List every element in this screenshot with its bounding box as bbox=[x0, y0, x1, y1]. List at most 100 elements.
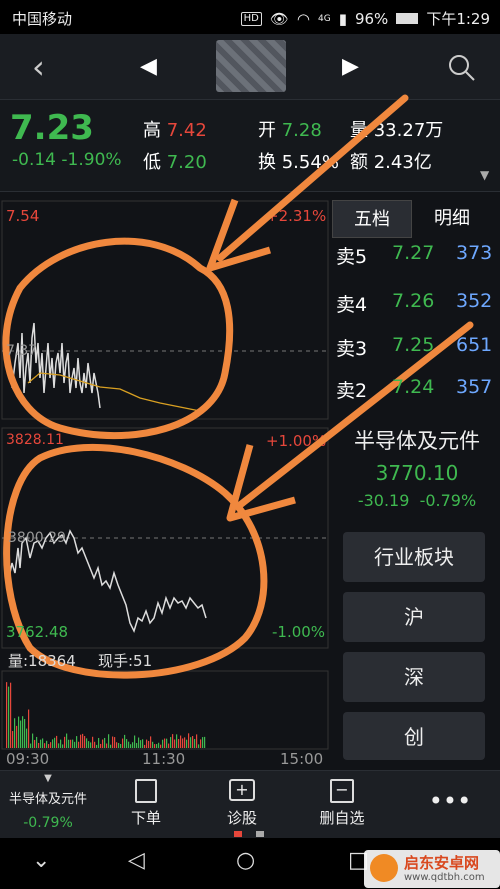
volume-bar bbox=[18, 716, 20, 748]
sector-panel[interactable]: 半导体及元件 3770.10 -30.19 -0.79% bbox=[334, 425, 500, 510]
volume-bar bbox=[86, 738, 88, 748]
volume-bar bbox=[104, 737, 106, 748]
volume-bar bbox=[136, 743, 138, 748]
volume-bar bbox=[66, 733, 68, 748]
bottom-nav: ▼ 半导体及元件 -0.79% 下单 + 诊股 − 删自选 ••• bbox=[0, 770, 500, 838]
ask-row: 卖2 7.24 357 bbox=[336, 376, 493, 402]
back-nav-icon[interactable]: ◁ bbox=[128, 848, 145, 873]
volume-bar bbox=[50, 742, 52, 748]
volume-bar bbox=[46, 740, 48, 748]
volume-bar bbox=[40, 739, 42, 748]
volume-bar bbox=[14, 718, 16, 748]
next-stock-icon[interactable]: ▶ bbox=[342, 54, 359, 79]
volume-bars bbox=[6, 682, 206, 748]
sector-value: 3770.10 bbox=[375, 461, 459, 485]
volume-bar bbox=[32, 733, 34, 748]
sector-board-button[interactable]: 行业板块 bbox=[343, 532, 485, 582]
shenzhen-button[interactable]: 深 bbox=[343, 652, 485, 702]
back-icon[interactable]: ‹ bbox=[32, 48, 45, 86]
volume-bar bbox=[124, 734, 126, 748]
volume-bar bbox=[154, 744, 156, 748]
hide-keyboard-icon[interactable]: ⌄ bbox=[32, 848, 50, 873]
volume-bar bbox=[180, 735, 182, 748]
nav-diagnose[interactable]: + 诊股 bbox=[212, 771, 272, 839]
minus-box-icon: − bbox=[330, 779, 354, 803]
volume-bar bbox=[144, 744, 146, 748]
volume-bar bbox=[92, 736, 94, 748]
volume-bar bbox=[6, 682, 8, 748]
nav-remove-watchlist[interactable]: − 删自选 bbox=[310, 771, 374, 839]
sector-name: 半导体及元件 bbox=[354, 429, 480, 453]
volume-bar bbox=[162, 739, 164, 748]
nav-place-order[interactable]: 下单 bbox=[116, 771, 176, 839]
volume-bar bbox=[96, 744, 98, 748]
hd-icon: HD bbox=[240, 11, 262, 26]
volume-bar bbox=[72, 739, 74, 748]
volume-bar bbox=[130, 744, 132, 748]
time-end: 15:00 bbox=[280, 750, 324, 768]
volume-bar bbox=[108, 734, 110, 748]
volume-bar bbox=[10, 682, 12, 748]
signal-icon: ▮ bbox=[338, 9, 347, 28]
volume-bar bbox=[52, 739, 54, 748]
volume-bar bbox=[30, 743, 32, 748]
stock-price-line bbox=[11, 322, 101, 409]
time-start: 09:30 bbox=[6, 750, 50, 768]
volume-bar bbox=[76, 736, 78, 748]
volume-bar bbox=[22, 716, 24, 748]
volume-bar bbox=[186, 739, 188, 748]
volume-bar bbox=[80, 734, 82, 748]
volume-bar bbox=[58, 743, 60, 748]
volume-bar bbox=[194, 738, 196, 748]
volume-bar bbox=[82, 733, 84, 748]
volume-bar bbox=[56, 735, 58, 748]
volume-bar bbox=[90, 742, 92, 748]
index-low-pct: -1.00% bbox=[272, 623, 326, 641]
volume-bar bbox=[78, 741, 80, 748]
caret-down-icon: ▼ bbox=[44, 773, 52, 784]
chinext-button[interactable]: 创 bbox=[343, 712, 485, 760]
index-high-label: 3828.11 bbox=[6, 432, 64, 448]
more-icon[interactable]: ••• bbox=[420, 771, 480, 839]
nav-sector[interactable]: ▼ 半导体及元件 -0.79% bbox=[0, 771, 96, 839]
volume-bar bbox=[28, 709, 30, 748]
eye-icon: 👁 bbox=[269, 9, 289, 28]
volume-bar bbox=[74, 741, 76, 748]
volume-bar bbox=[118, 742, 120, 748]
shanghai-button[interactable]: 沪 bbox=[343, 592, 485, 642]
stock-mid-label: 7.37 bbox=[6, 343, 38, 359]
volume-bar bbox=[202, 737, 204, 748]
volume-bar bbox=[178, 739, 180, 748]
volume-bar bbox=[200, 739, 202, 748]
volume-bar bbox=[146, 739, 148, 748]
index-mid-label: 3800.29 bbox=[8, 530, 66, 546]
watermark-logo-icon bbox=[370, 854, 398, 882]
volume-bar bbox=[36, 736, 38, 748]
volume-bar bbox=[196, 734, 198, 748]
volume-bar bbox=[54, 737, 56, 748]
volume-bar bbox=[62, 744, 64, 748]
volume-bar bbox=[204, 736, 206, 748]
volume-bar bbox=[38, 742, 40, 748]
volume-bar bbox=[156, 744, 158, 748]
volume-bar bbox=[98, 737, 100, 748]
volume-bar bbox=[158, 742, 160, 748]
volume-bar bbox=[116, 742, 118, 748]
volume-bar bbox=[160, 744, 162, 748]
tab-detail[interactable]: 明细 bbox=[412, 200, 492, 238]
time-mid: 11:30 bbox=[142, 750, 186, 768]
volume-bar bbox=[42, 738, 44, 748]
volume-bar bbox=[168, 743, 170, 748]
last-price: 7.23 bbox=[10, 108, 94, 148]
medkit-icon: + bbox=[229, 779, 255, 801]
home-icon[interactable]: ○ bbox=[236, 848, 255, 873]
tab-five-levels[interactable]: 五档 bbox=[332, 200, 412, 238]
volume-bar bbox=[24, 718, 26, 748]
index-price-line bbox=[7, 529, 207, 634]
volume-bar bbox=[48, 744, 50, 748]
volume-bar bbox=[190, 737, 192, 748]
search-icon[interactable] bbox=[448, 54, 476, 82]
volume-bar bbox=[188, 733, 190, 748]
prev-stock-icon[interactable]: ◀ bbox=[140, 54, 157, 79]
watermark: 启东安卓网 www.qdtbh.com bbox=[364, 850, 500, 888]
